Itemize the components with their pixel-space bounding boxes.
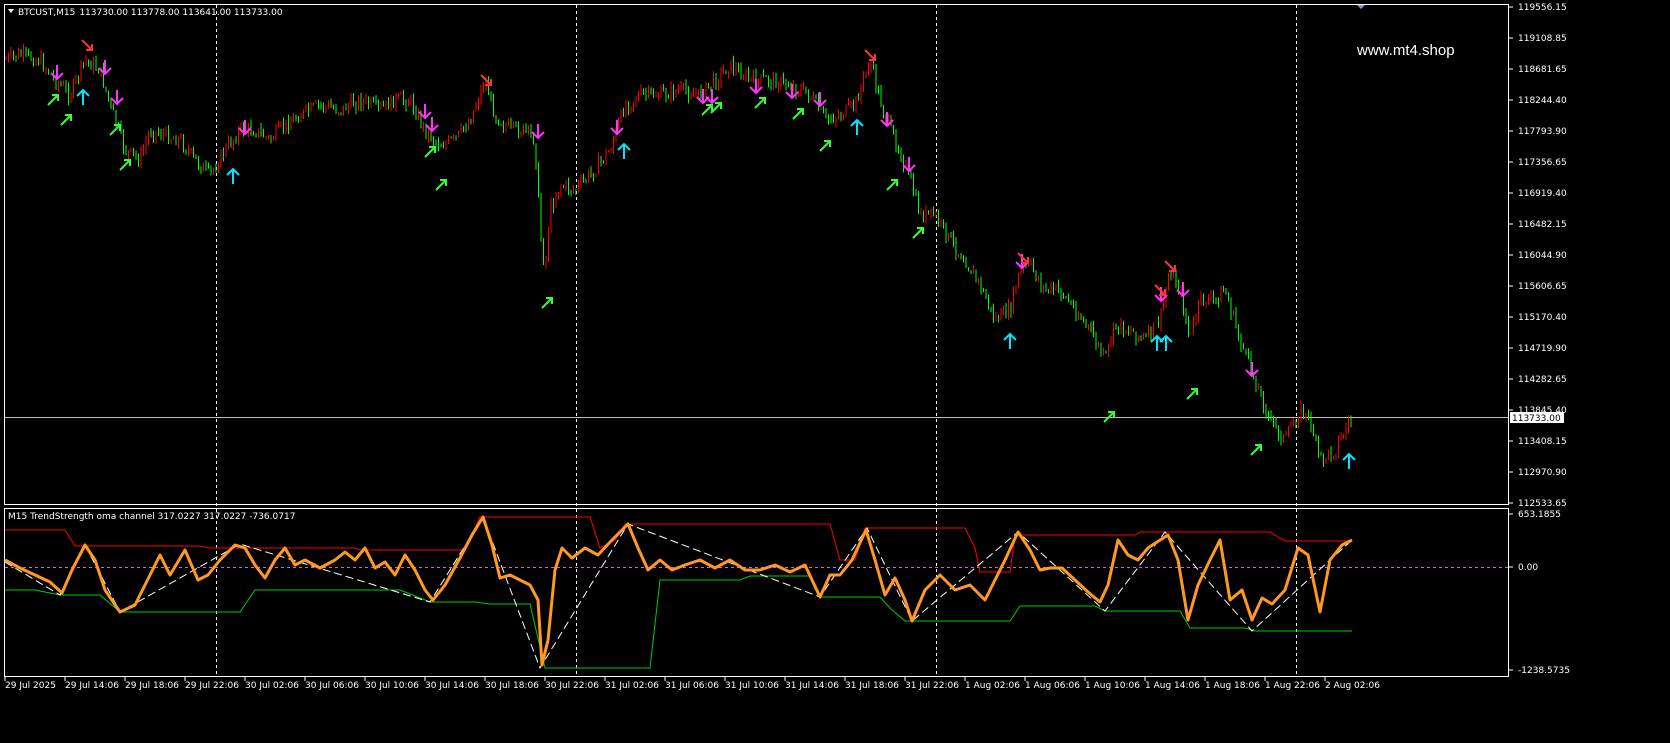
buy-arrow-icon (1150, 334, 1164, 351)
indicator-tick-label: -1238.5735 (1518, 666, 1570, 676)
watermark: www.mt4.shop (1356, 42, 1455, 59)
trend-up-arrow-icon (792, 108, 804, 120)
current-price-label: 113733.00 (1512, 414, 1561, 424)
price-tick-label: 114282.65 (1518, 375, 1567, 385)
indicator-tick-label: 0.00 (1518, 563, 1538, 573)
time-tick-label: 31 Jul 14:06 (785, 681, 839, 691)
time-tick-label: 30 Jul 10:06 (365, 681, 419, 691)
time-tick-label: 1 Aug 18:06 (1205, 681, 1260, 691)
shift-marker-icon[interactable] (1357, 5, 1365, 9)
time-tick-label: 30 Jul 06:06 (305, 681, 359, 691)
buy-arrow-icon (850, 118, 864, 135)
chart-canvas[interactable]: BTCUST,M15 113730.00 113778.00 113641.00 … (0, 0, 1670, 743)
sell-arrow-icon (110, 90, 124, 106)
price-tick-label: 119556.15 (1518, 3, 1567, 13)
time-tick-label: 29 Jul 14:06 (65, 681, 119, 691)
trend-up-arrow-icon (109, 124, 121, 136)
time-axis: 29 Jul 2025 29 Jul 14:06 29 Jul 18:06 29 Ju… (4, 677, 1380, 691)
trend-up-arrow-icon (119, 159, 131, 171)
time-tick-label: 30 Jul 02:06 (245, 681, 299, 691)
trend-up-arrow-icon (1186, 388, 1198, 400)
sell-arrow-icon (425, 117, 439, 133)
time-tick-label: 29 Jul 22:06 (185, 681, 239, 691)
trend-up-arrow-icon (47, 94, 59, 106)
symbol-title: BTCUST,M15 113730.00 113778.00 113641.00 … (18, 8, 283, 18)
trend-down-arrow-icon (1164, 260, 1176, 272)
price-tick-label: 116482.15 (1518, 220, 1567, 230)
indicator-upper-channel (5, 516, 1352, 573)
trend-up-arrow-icon (1250, 444, 1262, 456)
price-tick-label: 112533.65 (1518, 499, 1567, 509)
trend-up-arrow-icon (435, 179, 447, 191)
time-tick-label: 30 Jul 22:06 (545, 681, 599, 691)
trend-up-arrow-icon (886, 179, 898, 191)
indicator-axis: 653.1855 0.00 -1238.5735 (1509, 510, 1570, 676)
time-tick-label: 31 Jul 02:06 (605, 681, 659, 691)
buy-arrow-icon (1003, 332, 1017, 349)
time-tick-label: 30 Jul 14:06 (425, 681, 479, 691)
sell-arrow-icon (705, 89, 719, 105)
sell-arrow-icon (749, 79, 763, 95)
trend-down-arrow-icon (81, 39, 93, 51)
time-tick-label: 31 Jul 18:06 (845, 681, 899, 691)
signal-arrows (47, 39, 1356, 469)
trend-up-arrow-icon (541, 297, 553, 309)
time-tick-label: 1 Aug 14:06 (1145, 681, 1200, 691)
price-tick-label: 116044.90 (1518, 251, 1567, 261)
time-tick-label: 1 Aug 06:06 (1025, 681, 1080, 691)
buy-arrow-icon (1342, 452, 1356, 469)
time-tick-label: 31 Jul 10:06 (725, 681, 779, 691)
price-axis: 119556.15 119108.85 118681.65 118244.40 1177… (1509, 3, 1567, 509)
sell-arrow-icon (1245, 362, 1259, 378)
buy-arrow-icon (617, 142, 631, 159)
price-tick-label: 117356.65 (1518, 158, 1567, 168)
indicator-trend-line (4, 515, 1353, 667)
buy-arrow-icon (226, 167, 240, 184)
trend-down-arrow-icon (864, 49, 876, 61)
sell-arrow-icon (902, 157, 916, 173)
time-tick-label: 1 Aug 22:06 (1265, 681, 1320, 691)
time-tick-label: 29 Jul 18:06 (125, 681, 179, 691)
trend-up-arrow-icon (60, 114, 72, 126)
time-tick-label: 2 Aug 02:06 (1325, 681, 1380, 691)
price-tick-label: 116919.40 (1518, 189, 1567, 199)
price-tick-label: 115606.65 (1518, 282, 1567, 292)
price-tick-label: 113408.15 (1518, 437, 1567, 447)
buy-arrow-icon (1159, 334, 1173, 351)
price-tick-label: 115170.40 (1518, 313, 1567, 323)
time-tick-label: 31 Jul 06:06 (665, 681, 719, 691)
time-tick-label: 30 Jul 18:06 (485, 681, 539, 691)
trend-up-arrow-icon (701, 104, 713, 116)
indicator-title: M15 TrendStrength oma channel 317.0227 3… (8, 512, 295, 522)
indicator-lower-channel (5, 575, 1352, 669)
price-tick-label: 118244.40 (1518, 96, 1567, 106)
chart-menu-triangle-icon[interactable] (8, 9, 14, 13)
indicator-zigzag (4, 515, 1353, 670)
price-tick-label: 117793.90 (1518, 127, 1567, 137)
price-tick-label: 119108.85 (1518, 34, 1567, 44)
trend-up-arrow-icon (754, 97, 766, 109)
time-tick-label: 1 Aug 02:06 (965, 681, 1020, 691)
trend-up-arrow-icon (819, 140, 831, 152)
time-tick-label: 1 Aug 10:06 (1085, 681, 1140, 691)
price-tick-label: 118681.65 (1518, 65, 1567, 75)
time-tick-label: 29 Jul 2025 (5, 681, 56, 691)
buy-arrow-icon (76, 88, 90, 105)
price-tick-label: 114719.90 (1518, 344, 1567, 354)
indicator-tick-label: 653.1855 (1518, 510, 1561, 520)
price-tick-label: 112970.90 (1518, 468, 1567, 478)
trend-up-arrow-icon (424, 146, 436, 158)
sell-arrow-icon (50, 65, 64, 81)
time-tick-label: 31 Jul 22:06 (905, 681, 959, 691)
price-candles (5, 43, 1352, 468)
trading-chart-window[interactable]: BTCUST,M15 113730.00 113778.00 113641.00 … (0, 0, 1670, 743)
trend-up-arrow-icon (912, 227, 924, 239)
